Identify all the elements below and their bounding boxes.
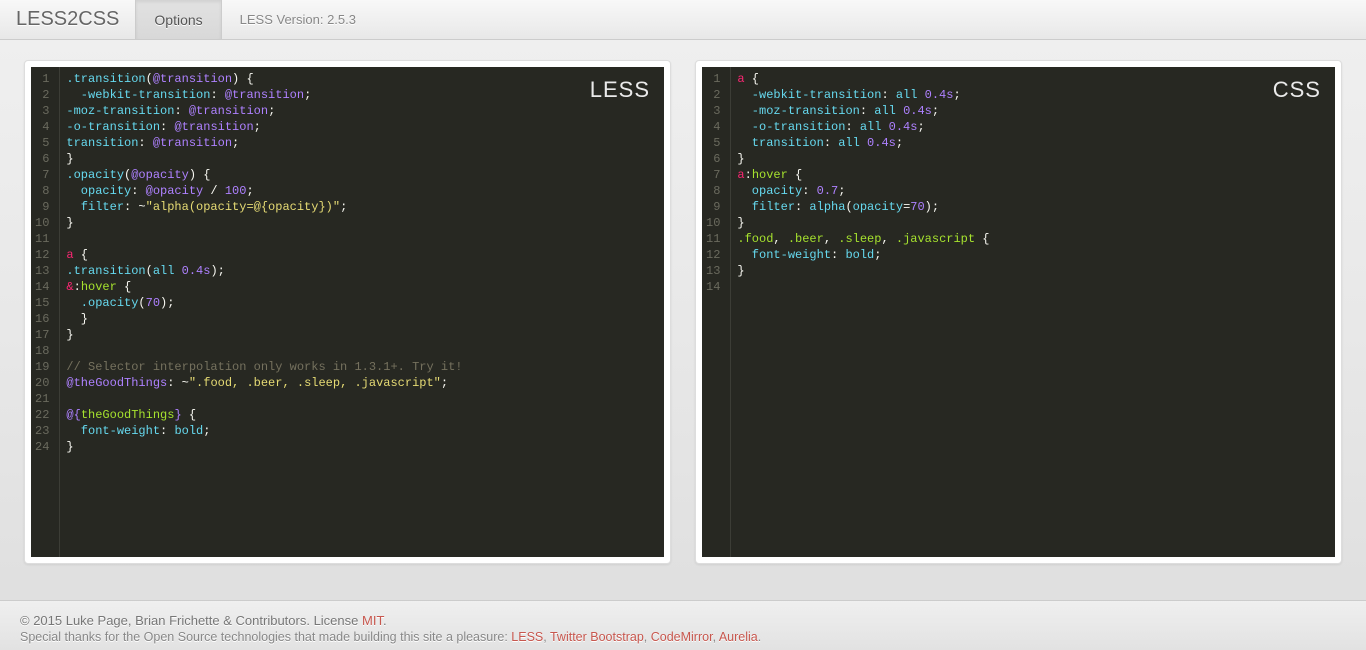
footer-link-aurelia[interactable]: Aurelia: [719, 630, 758, 644]
footer-thanks: Special thanks for the Open Source techn…: [20, 630, 1346, 644]
footer-link-twitter-bootstrap[interactable]: Twitter Bootstrap: [550, 630, 644, 644]
css-editor[interactable]: 1234567891011121314 a { -webkit-transiti…: [702, 67, 1335, 557]
less-panel: LESS 12345678910111213141516171819202122…: [24, 60, 671, 564]
footer-link-less[interactable]: LESS: [511, 630, 543, 644]
topbar: LESS2CSS Options LESS Version: 2.5.3: [0, 0, 1366, 40]
brand: LESS2CSS: [0, 0, 136, 39]
footer-link-codemirror[interactable]: CodeMirror: [651, 630, 713, 644]
options-button[interactable]: Options: [136, 0, 221, 39]
footer-copyright-text: © 2015 Luke Page, Brian Frichette & Cont…: [20, 613, 362, 628]
less-gutter: 123456789101112131415161718192021222324: [31, 67, 60, 557]
license-link[interactable]: MIT: [362, 613, 383, 628]
css-panel: CSS 1234567891011121314 a { -webkit-tran…: [695, 60, 1342, 564]
css-gutter: 1234567891011121314: [702, 67, 731, 557]
footer: © 2015 Luke Page, Brian Frichette & Cont…: [0, 600, 1366, 650]
footer-thanks-text: Special thanks for the Open Source techn…: [20, 630, 511, 644]
less-code[interactable]: .transition(@transition) { -webkit-trans…: [60, 67, 664, 557]
less-version-label: LESS Version: 2.5.3: [222, 12, 374, 27]
less-editor[interactable]: 123456789101112131415161718192021222324 …: [31, 67, 664, 557]
footer-copyright: © 2015 Luke Page, Brian Frichette & Cont…: [20, 613, 1346, 628]
css-code: a { -webkit-transition: all 0.4s; -moz-t…: [731, 67, 1335, 557]
workspace: LESS 12345678910111213141516171819202122…: [0, 40, 1366, 584]
